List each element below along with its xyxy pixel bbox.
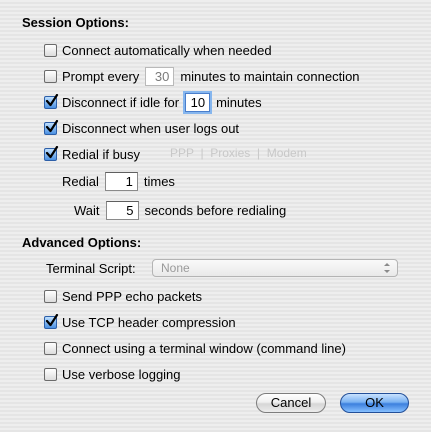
disconnect-logout-checkbox[interactable]	[44, 119, 59, 135]
disconnect-logout-label: Disconnect when user logs out	[62, 120, 240, 136]
redial-count-row: Redial 1 times	[62, 170, 175, 192]
verbose-logging-option[interactable]: Use verbose logging	[44, 363, 181, 385]
terminal-window-option[interactable]: Connect using a terminal window (command…	[44, 337, 346, 359]
prompt-every-label: Prompt every	[62, 68, 140, 84]
ppp-echo-checkbox[interactable]	[44, 289, 57, 303]
wait-seconds-field[interactable]: 5	[105, 200, 139, 220]
tcp-compression-label: Use TCP header compression	[62, 314, 236, 330]
ppp-echo-option[interactable]: Send PPP echo packets	[44, 285, 202, 307]
terminal-script-value: None	[161, 261, 190, 275]
prompt-minutes-label: minutes to maintain connection	[180, 68, 360, 84]
redial-if-busy-option[interactable]: Redial if busy	[44, 143, 140, 165]
idle-minutes-field[interactable]: 10	[185, 92, 211, 112]
popup-arrows-icon	[384, 263, 390, 273]
connect-automatically-label: Connect automatically when needed	[62, 42, 272, 58]
disconnect-idle-option[interactable]: Disconnect if idle for 10 minutes	[44, 91, 262, 113]
redial-count-label: Redial	[62, 173, 99, 189]
connect-automatically-option[interactable]: Connect automatically when needed	[44, 39, 272, 61]
redial-count-field[interactable]: 1	[104, 171, 138, 191]
verbose-logging-label: Use verbose logging	[62, 366, 181, 382]
advanced-options-heading: Advanced Options:	[22, 235, 142, 250]
ppp-echo-label: Send PPP echo packets	[62, 288, 202, 304]
background-ghost-tabs: PPP | Proxies | Modem	[170, 146, 307, 160]
tcp-compression-checkbox[interactable]	[44, 313, 59, 329]
session-options-heading: Session Options:	[22, 15, 129, 30]
disconnect-logout-option[interactable]: Disconnect when user logs out	[44, 117, 239, 139]
connect-automatically-checkbox[interactable]	[44, 43, 57, 57]
terminal-script-popup[interactable]: None	[152, 259, 398, 277]
prompt-every-checkbox[interactable]	[44, 69, 57, 83]
verbose-logging-checkbox[interactable]	[44, 367, 57, 381]
redial-times-label: times	[143, 173, 175, 189]
wait-row: Wait 5 seconds before redialing	[74, 199, 286, 221]
tcp-compression-option[interactable]: Use TCP header compression	[44, 311, 236, 333]
wait-seconds-label: seconds before redialing	[144, 202, 287, 218]
disconnect-idle-checkbox[interactable]	[44, 93, 59, 109]
prompt-every-option[interactable]: Prompt every 30 minutes to maintain conn…	[44, 65, 360, 87]
idle-minutes-label: minutes	[216, 94, 262, 110]
redial-if-busy-checkbox[interactable]	[44, 145, 59, 161]
terminal-window-label: Connect using a terminal window (command…	[62, 340, 346, 356]
terminal-script-label: Terminal Script:	[46, 260, 136, 276]
ok-button[interactable]: OK	[340, 393, 409, 413]
disconnect-idle-label: Disconnect if idle for	[62, 94, 180, 110]
prompt-minutes-field[interactable]: 30	[145, 66, 175, 86]
wait-label: Wait	[74, 202, 100, 218]
cancel-button[interactable]: Cancel	[256, 393, 326, 413]
terminal-script-row: Terminal Script:	[46, 257, 136, 279]
redial-if-busy-label: Redial if busy	[62, 146, 141, 162]
terminal-window-checkbox[interactable]	[44, 341, 57, 355]
